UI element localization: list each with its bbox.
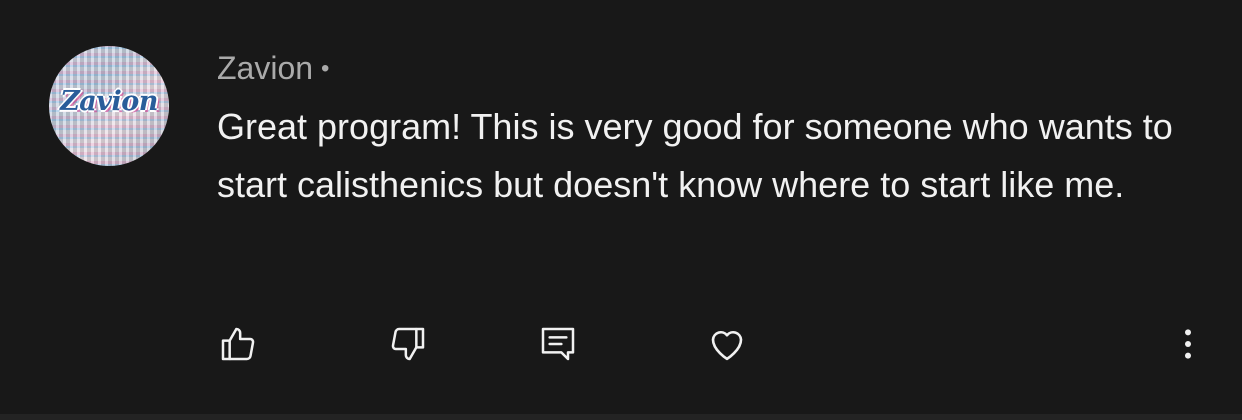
more-vertical-icon	[1185, 329, 1191, 359]
avatar[interactable]: Zavion	[49, 46, 169, 166]
like-button[interactable]	[216, 322, 260, 366]
reply-button[interactable]	[536, 322, 580, 366]
thumbs-down-icon	[391, 327, 425, 361]
comment-item: Zavion Zavion • Great program! This is ve…	[0, 0, 1242, 414]
comment-text: Great program! This is very good for som…	[217, 106, 1173, 205]
thumbs-up-icon	[221, 327, 255, 361]
heart-button[interactable]	[705, 322, 749, 366]
dislike-button[interactable]	[386, 322, 430, 366]
divider	[0, 414, 1242, 420]
comment-author[interactable]: Zavion	[217, 50, 313, 86]
comment-icon	[541, 327, 575, 361]
header-separator: •	[321, 55, 330, 82]
comment-header: Zavion •	[217, 48, 329, 89]
heart-icon	[711, 331, 743, 361]
avatar-logo-text: Zavion	[60, 86, 158, 117]
more-options-button[interactable]	[1166, 322, 1210, 366]
